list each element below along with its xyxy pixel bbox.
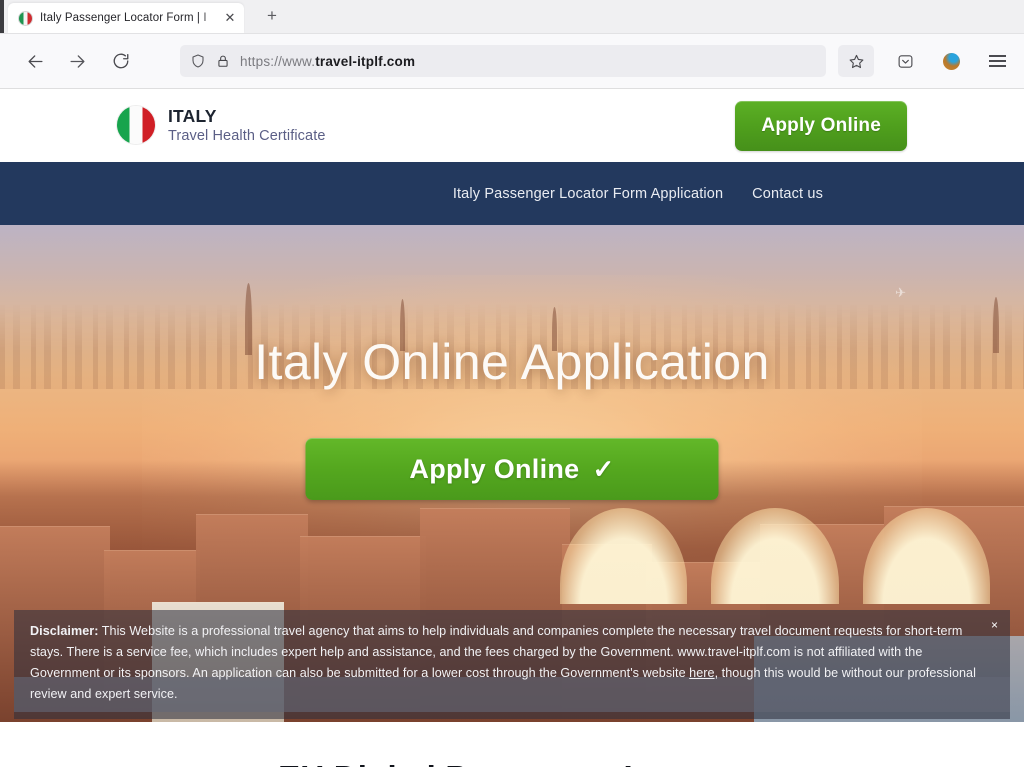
site-logo[interactable]: ITALY Travel Health Certificate [117, 106, 326, 145]
back-arrow-icon[interactable] [18, 45, 52, 77]
page-viewport: ITALY Travel Health Certificate Apply On… [0, 89, 1024, 767]
url-prefix: https://www. [240, 53, 316, 69]
hero-bridge-arches [560, 508, 990, 604]
reload-icon[interactable] [104, 45, 138, 77]
disclaimer-banner: × Disclaimer: This Website is a professi… [14, 610, 1010, 719]
hero-apply-online-button[interactable]: Apply Online ✓ [305, 438, 719, 500]
pocket-save-icon[interactable] [888, 45, 922, 77]
check-icon: ✓ [592, 454, 615, 484]
nav-item-plf-application[interactable]: Italy Passenger Locator Form Application [451, 182, 725, 206]
hero-arch [711, 508, 839, 604]
lock-icon [216, 54, 230, 68]
close-tab-icon[interactable]: ✕ [222, 10, 238, 26]
logo-title: ITALY [168, 106, 217, 127]
hero-arch [560, 508, 688, 604]
avatar [942, 52, 960, 70]
primary-navigation: Italy Passenger Locator Form Application… [0, 162, 1024, 225]
italy-flag-favicon-icon [18, 10, 33, 26]
logo-subtitle: Travel Health Certificate [168, 128, 326, 145]
browser-tab-active[interactable]: Italy Passenger Locator Form | I ✕ [8, 3, 244, 33]
browser-window: Italy Passenger Locator Form | I ✕ + htt… [0, 0, 1024, 768]
section-eu-digital-plf: EU Digital Passenger Locator [0, 722, 1024, 767]
nav-item-contact-us[interactable]: Contact us [750, 182, 825, 206]
section-heading: EU Digital Passenger Locator [278, 759, 746, 767]
site-header: ITALY Travel Health Certificate Apply On… [0, 89, 1024, 162]
hero-heading: Italy Online Application [254, 334, 770, 390]
disclaimer-here-link[interactable]: here [689, 666, 714, 680]
hero-cta-label: Apply Online [409, 453, 580, 484]
star-icon[interactable] [838, 45, 874, 77]
hero-banner: ✈ Italy Online Application Apply Online [0, 225, 1024, 722]
url-domain: travel-itplf.com [315, 53, 416, 69]
hamburger-menu-icon[interactable] [980, 45, 1014, 77]
disclaimer-lead: Disclaimer: [30, 624, 99, 638]
header-apply-online-button[interactable]: Apply Online [735, 100, 907, 151]
italy-flag-circle-icon [117, 106, 155, 145]
new-tab-button[interactable]: + [258, 3, 286, 31]
browser-toolbar: https://www.travel-itplf.com [0, 34, 1024, 89]
hero-arch [862, 508, 990, 604]
address-bar[interactable]: https://www.travel-itplf.com [180, 45, 826, 77]
close-icon[interactable]: × [991, 619, 998, 631]
account-avatar-icon[interactable] [934, 45, 968, 77]
logo-text: ITALY Travel Health Certificate [168, 106, 326, 145]
tab-title: Italy Passenger Locator Form | I [40, 12, 207, 24]
hamburger-lines [988, 55, 1006, 67]
shield-icon [190, 53, 206, 69]
hero-airplane: ✈ [895, 285, 906, 300]
forward-arrow-icon[interactable] [60, 45, 94, 77]
tab-strip: Italy Passenger Locator Form | I ✕ + [0, 0, 1024, 34]
url-text: https://www.travel-itplf.com [240, 54, 415, 69]
